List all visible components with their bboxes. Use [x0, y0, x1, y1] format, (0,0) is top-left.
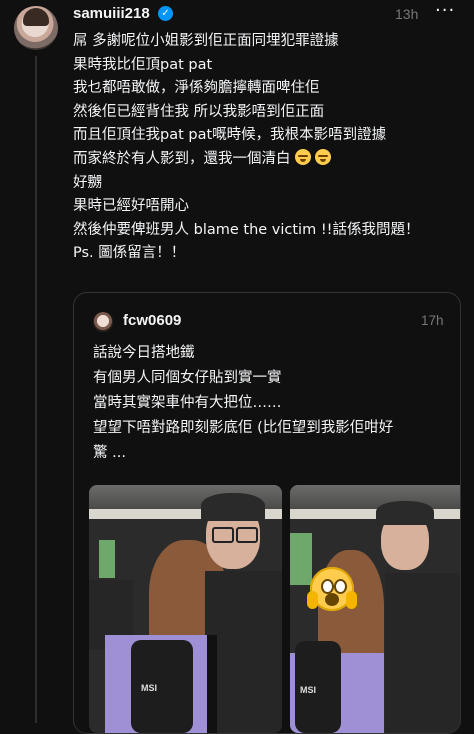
- post-line: Ps. 圖係留言！！: [73, 245, 186, 262]
- post-username[interactable]: samuiii218: [73, 5, 150, 22]
- bag-logo: MSI: [141, 683, 158, 693]
- quoted-username[interactable]: fcw0609: [123, 312, 181, 329]
- poster-sign: [99, 540, 115, 578]
- man-hair: [201, 493, 265, 521]
- post-line-with-emojis: 而家終於有人影到，還我一個清白: [73, 148, 463, 172]
- profile-avatar[interactable]: [14, 6, 58, 50]
- quoted-line: 驚 ...: [93, 445, 126, 461]
- more-options-icon[interactable]: ···: [435, 0, 455, 21]
- post-line: 而且佢頂住我pat pat嘅時候，我根本影唔到證據: [73, 127, 387, 144]
- quoted-time: 17h: [421, 313, 444, 328]
- quoted-line: 有個男人同個女仔貼到實一實: [93, 370, 282, 386]
- man-shirt: [385, 573, 460, 733]
- glasses-left: [212, 527, 234, 543]
- post-line-text: 而家終於有人影到，還我一個清白: [73, 150, 291, 167]
- quoted-line: 望望下唔對路即刻影底佢 (比佢望到我影佢咁好: [93, 420, 394, 436]
- poster-sign: [290, 533, 312, 585]
- quoted-avatar[interactable]: [93, 312, 113, 332]
- face-with-steam-icon: [294, 148, 311, 165]
- man-hair: [376, 501, 434, 525]
- post-line: 屌 多謝呢位小姐影到佢正面同埋犯罪證據: [73, 33, 339, 49]
- thread-line: [35, 56, 37, 723]
- post-time: 13h: [395, 6, 419, 22]
- ceiling-light: [290, 509, 460, 519]
- quoted-body: 話說今日搭地鐵 有個男人同個女仔貼到實一實 當時其實架車仲有大把位…… 望望下唔…: [93, 341, 448, 466]
- verified-badge-icon: ✓: [158, 6, 173, 21]
- train-rail: [290, 485, 460, 509]
- post-line: 果時我比佢頂pat pat: [73, 56, 213, 73]
- backpack-strap: [207, 635, 217, 733]
- post-body: 屌 多謝呢位小姐影到佢正面同埋犯罪證據 果時我比佢頂pat pat 我乜都唔敢做…: [73, 30, 463, 266]
- post-line: 然後仲要俾班男人 blame the victim !!話係我問題！: [73, 221, 420, 238]
- quoted-post-card[interactable]: fcw0609 17h 話說今日搭地鐵 有個男人同個女仔貼到實一實 當時其實架車…: [73, 292, 461, 734]
- quoted-line: 當時其實架車仲有大把位……: [93, 395, 282, 411]
- quoted-line: 話說今日搭地鐵: [93, 345, 195, 361]
- train-photo-1[interactable]: MSI: [89, 485, 282, 733]
- post-line: 然後佢已經背住我 所以我影唔到佢正面: [73, 103, 325, 120]
- glasses-right: [236, 527, 258, 543]
- bag-logo: MSI: [300, 685, 317, 695]
- face-screaming-in-fear-icon: [307, 567, 357, 611]
- post-line: 果時已經好唔開心: [73, 198, 189, 215]
- post-line: 我乜都唔敢做，淨係夠膽擰轉面啤住佢: [73, 80, 320, 97]
- train-photo-2[interactable]: MSI: [290, 485, 460, 733]
- face-with-steam-icon: [314, 148, 331, 165]
- post-line: 好嬲: [73, 174, 102, 191]
